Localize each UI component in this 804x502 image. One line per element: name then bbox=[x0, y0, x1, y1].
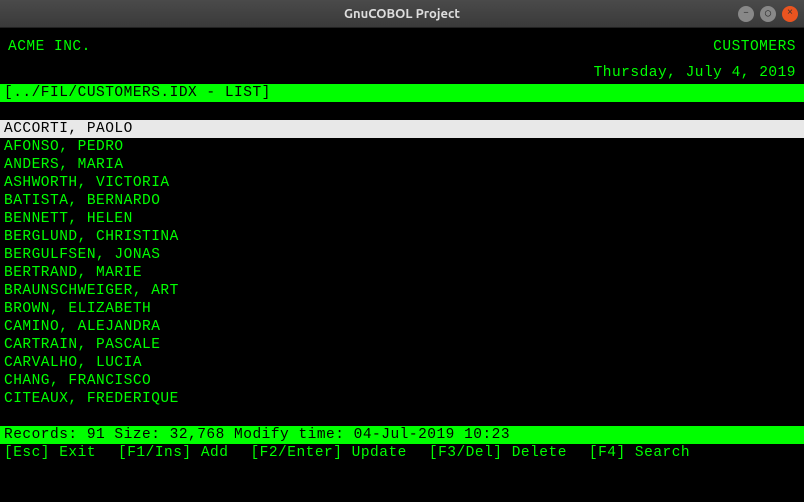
list-item[interactable]: CITEAUX, FREDERIQUE bbox=[0, 390, 804, 408]
list-item[interactable]: AFONSO, PEDRO bbox=[0, 138, 804, 156]
spacer bbox=[0, 408, 804, 426]
list-item[interactable]: CARVALHO, LUCIA bbox=[0, 354, 804, 372]
window-controls: – ◯ × bbox=[738, 6, 798, 22]
close-button[interactable]: × bbox=[782, 6, 798, 22]
list-item[interactable]: BERGLUND, CHRISTINA bbox=[0, 228, 804, 246]
list-item[interactable]: BATISTA, BERNARDO bbox=[0, 192, 804, 210]
current-date: Thursday, July 4, 2019 bbox=[594, 65, 796, 81]
status-text: Records: 91 Size: 32,768 Modify time: 04… bbox=[4, 427, 510, 443]
list-item[interactable]: ASHWORTH, VICTORIA bbox=[0, 174, 804, 192]
footer-key-update[interactable]: [F2/Enter] Update bbox=[250, 444, 406, 462]
section-name: CUSTOMERS bbox=[713, 38, 796, 56]
window-titlebar: GnuCOBOL Project – ◯ × bbox=[0, 0, 804, 28]
footer-key-exit[interactable]: [Esc] Exit bbox=[4, 444, 96, 462]
list-item[interactable]: BENNETT, HELEN bbox=[0, 210, 804, 228]
list-item[interactable]: CAMINO, ALEJANDRA bbox=[0, 318, 804, 336]
list-item[interactable]: CHANG, FRANCISCO bbox=[0, 372, 804, 390]
list-item[interactable]: BERTRAND, MARIE bbox=[0, 264, 804, 282]
footer-key-search[interactable]: [F4] Search bbox=[589, 444, 690, 462]
list-item[interactable]: ACCORTI, PAOLO bbox=[0, 120, 804, 138]
footer-keys: [Esc] Exit [F1/Ins] Add [F2/Enter] Update [… bbox=[0, 444, 804, 462]
footer-key-add[interactable]: [F1/Ins] Add bbox=[118, 444, 228, 462]
list-item[interactable]: CARTRAIN, PASCALE bbox=[0, 336, 804, 354]
header-row: ACME INC. CUSTOMERS bbox=[0, 28, 804, 56]
list-item[interactable]: BERGULFSEN, JONAS bbox=[0, 246, 804, 264]
list-item[interactable]: ANDERS, MARIA bbox=[0, 156, 804, 174]
terminal-screen: ACME INC. CUSTOMERS Thursday, July 4, 20… bbox=[0, 28, 804, 502]
minimize-button[interactable]: – bbox=[738, 6, 754, 22]
status-bar: Records: 91 Size: 32,768 Modify time: 04… bbox=[0, 426, 804, 444]
footer-key-delete[interactable]: [F3/Del] Delete bbox=[429, 444, 567, 462]
list-item[interactable]: BROWN, ELIZABETH bbox=[0, 300, 804, 318]
window-title: GnuCOBOL Project bbox=[344, 7, 460, 21]
list-item[interactable]: BRAUNSCHWEIGER, ART bbox=[0, 282, 804, 300]
company-name: ACME INC. bbox=[8, 38, 91, 56]
file-path: [../FIL/CUSTOMERS.IDX - LIST] bbox=[4, 85, 271, 101]
maximize-button[interactable]: ◯ bbox=[760, 6, 776, 22]
file-path-row: [../FIL/CUSTOMERS.IDX - LIST] bbox=[0, 84, 804, 102]
customer-list[interactable]: ACCORTI, PAOLOAFONSO, PEDROANDERS, MARIA… bbox=[0, 120, 804, 408]
spacer bbox=[0, 102, 804, 120]
date-row: Thursday, July 4, 2019 bbox=[0, 56, 804, 82]
